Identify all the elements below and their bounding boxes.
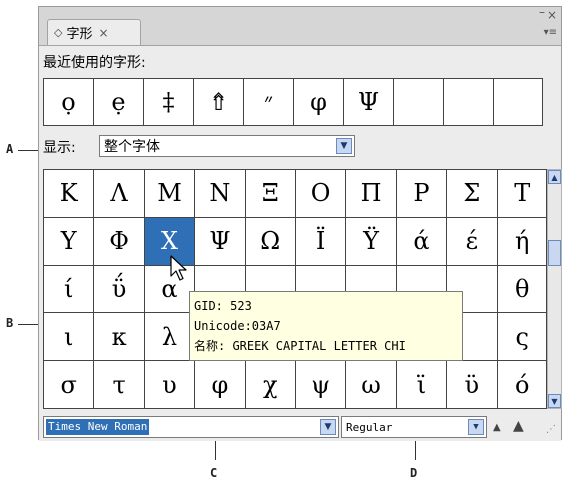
panel-titlebar[interactable]: ◇ 字形 × – × ▾≡: [39, 5, 561, 45]
glyph-cell[interactable]: ί: [44, 265, 95, 314]
font-style-value: Regular: [346, 420, 393, 434]
glyph-cell[interactable]: χ: [245, 361, 296, 408]
recent-glyph-cell[interactable]: ״: [244, 79, 294, 125]
glyph-cell[interactable]: ω: [346, 361, 397, 408]
mouse-pointer-icon: [170, 255, 187, 281]
tab-close-icon[interactable]: ×: [98, 26, 108, 40]
recent-glyph-cell[interactable]: [394, 79, 444, 125]
scroll-up-icon[interactable]: ▲: [548, 170, 561, 184]
panel-menu-icon[interactable]: ▾≡: [544, 27, 557, 38]
resize-grip-icon[interactable]: ⋰: [546, 424, 556, 435]
glyph-cell[interactable]: θ: [497, 266, 546, 314]
glyph-cell[interactable]: ψ: [295, 361, 347, 408]
recent-glyph-cell[interactable]: φ: [294, 79, 344, 125]
glyph-cell[interactable]: Μ: [144, 170, 196, 218]
zoom-out-icon[interactable]: ▲: [493, 422, 501, 433]
glyph-cell[interactable]: ι: [44, 313, 95, 362]
tooltip-unicode: Unicode:03A7: [194, 319, 281, 333]
panel-body: 最近使用的字形: ọ ẹ ‡ ⇮ ״ φ Ψ 显示: 整个字体 ▼ ΚΛΜΝΞΟΠΡΣΤΥΦ…: [39, 45, 562, 441]
glyph-cell[interactable]: λ: [144, 313, 196, 362]
scroll-down-icon[interactable]: ▼: [548, 394, 561, 408]
callout-d-label: D: [410, 466, 418, 480]
recent-glyphs-label: 最近使用的字形:: [43, 55, 146, 71]
glyph-cell[interactable]: Ν: [195, 170, 246, 218]
glyph-cell[interactable]: Ψ: [195, 217, 246, 266]
chevron-down-icon[interactable]: ▼: [336, 138, 352, 154]
show-dropdown[interactable]: 整个字体 ▼: [99, 135, 355, 157]
glyph-grid: ΚΛΜΝΞΟΠΡΣΤΥΦΧΨΩΪΫάέήίΰαθικλςστυφχψωϊϋό: [43, 169, 547, 409]
tooltip-gid: GID: 523: [194, 299, 252, 313]
glyph-cell[interactable]: Φ: [94, 217, 145, 266]
callout-a-label: A: [6, 142, 14, 156]
glyph-cell[interactable]: ς: [497, 313, 546, 362]
glyph-cell[interactable]: φ: [195, 361, 246, 408]
glyph-cell[interactable]: Ω: [245, 217, 296, 266]
tab-label: 字形: [66, 27, 93, 42]
vertical-scrollbar[interactable]: ▲ ▼: [547, 169, 562, 409]
glyph-cell[interactable]: τ: [94, 361, 145, 408]
glyph-cell[interactable]: Π: [346, 170, 397, 218]
glyph-cell[interactable]: Κ: [44, 170, 95, 218]
glyphs-panel: ◇ 字形 × – × ▾≡ 最近使用的字形: ọ ẹ ‡ ⇮ ״ φ Ψ 显示: 整个字体 …: [38, 5, 562, 441]
glyph-cell[interactable]: υ: [144, 361, 196, 408]
glyph-cell[interactable]: ΰ: [94, 265, 145, 314]
glyph-cell[interactable]: Ρ: [396, 170, 448, 218]
glyph-cell[interactable]: Ϊ: [295, 217, 347, 266]
glyph-cell[interactable]: ϋ: [447, 361, 498, 408]
glyph-cell[interactable]: ϊ: [396, 361, 448, 408]
glyph-cell[interactable]: κ: [94, 313, 145, 362]
recent-glyph-cell[interactable]: [444, 79, 494, 125]
recent-glyph-cell[interactable]: Ψ: [344, 79, 394, 125]
glyph-cell[interactable]: Λ: [94, 170, 145, 218]
scroll-thumb[interactable]: [548, 240, 561, 266]
show-dropdown-value: 整个字体: [104, 139, 160, 155]
glyph-cell[interactable]: Ο: [295, 170, 347, 218]
tab-grip-icon: ◇: [54, 26, 63, 39]
glyph-cell[interactable]: Ϋ: [346, 217, 397, 266]
callout-c-label: C: [210, 466, 218, 480]
recent-glyph-cell[interactable]: [494, 79, 544, 125]
glyph-cell[interactable]: Τ: [497, 170, 546, 218]
glyph-cell[interactable]: Υ: [44, 217, 95, 266]
show-label: 显示:: [43, 140, 76, 156]
glyph-cell[interactable]: Ξ: [245, 170, 296, 218]
glyph-cell[interactable]: ά: [396, 217, 448, 266]
glyph-cell[interactable]: έ: [447, 217, 498, 266]
chevron-down-icon[interactable]: ▼: [320, 419, 336, 435]
recent-glyph-cell[interactable]: ẹ: [94, 79, 144, 125]
callout-b-label: B: [6, 316, 14, 330]
tooltip-name: 名称: GREEK CAPITAL LETTER CHI: [194, 339, 406, 353]
glyph-cell[interactable]: σ: [44, 361, 95, 408]
recent-glyph-cell[interactable]: ọ: [44, 79, 94, 125]
font-style-dropdown[interactable]: Regular ▼: [341, 416, 487, 438]
recent-glyph-cell[interactable]: ‡: [144, 79, 194, 125]
zoom-in-icon[interactable]: ▲: [513, 418, 524, 434]
chevron-down-icon[interactable]: ▼: [468, 419, 484, 435]
tab-glyphs[interactable]: ◇ 字形 ×: [47, 19, 141, 45]
glyph-cell[interactable]: ή: [497, 218, 546, 266]
close-icon[interactable]: ×: [547, 8, 557, 22]
collapse-icon[interactable]: –: [539, 5, 545, 19]
font-bar: Times New Roman ▼ Regular ▼ ▲ ▲ ⋰: [43, 416, 557, 438]
glyph-cell[interactable]: Σ: [447, 170, 498, 218]
glyph-cell[interactable]: ό: [497, 361, 546, 408]
recent-glyphs-grid: ọ ẹ ‡ ⇮ ״ φ Ψ: [43, 78, 543, 126]
font-family-value: Times New Roman: [46, 419, 150, 435]
recent-glyph-cell[interactable]: ⇮: [194, 79, 244, 125]
glyph-tooltip: GID: 523 Unicode:03A7 名称: GREEK CAPITAL …: [189, 291, 463, 361]
font-family-dropdown[interactable]: Times New Roman ▼: [43, 416, 339, 438]
